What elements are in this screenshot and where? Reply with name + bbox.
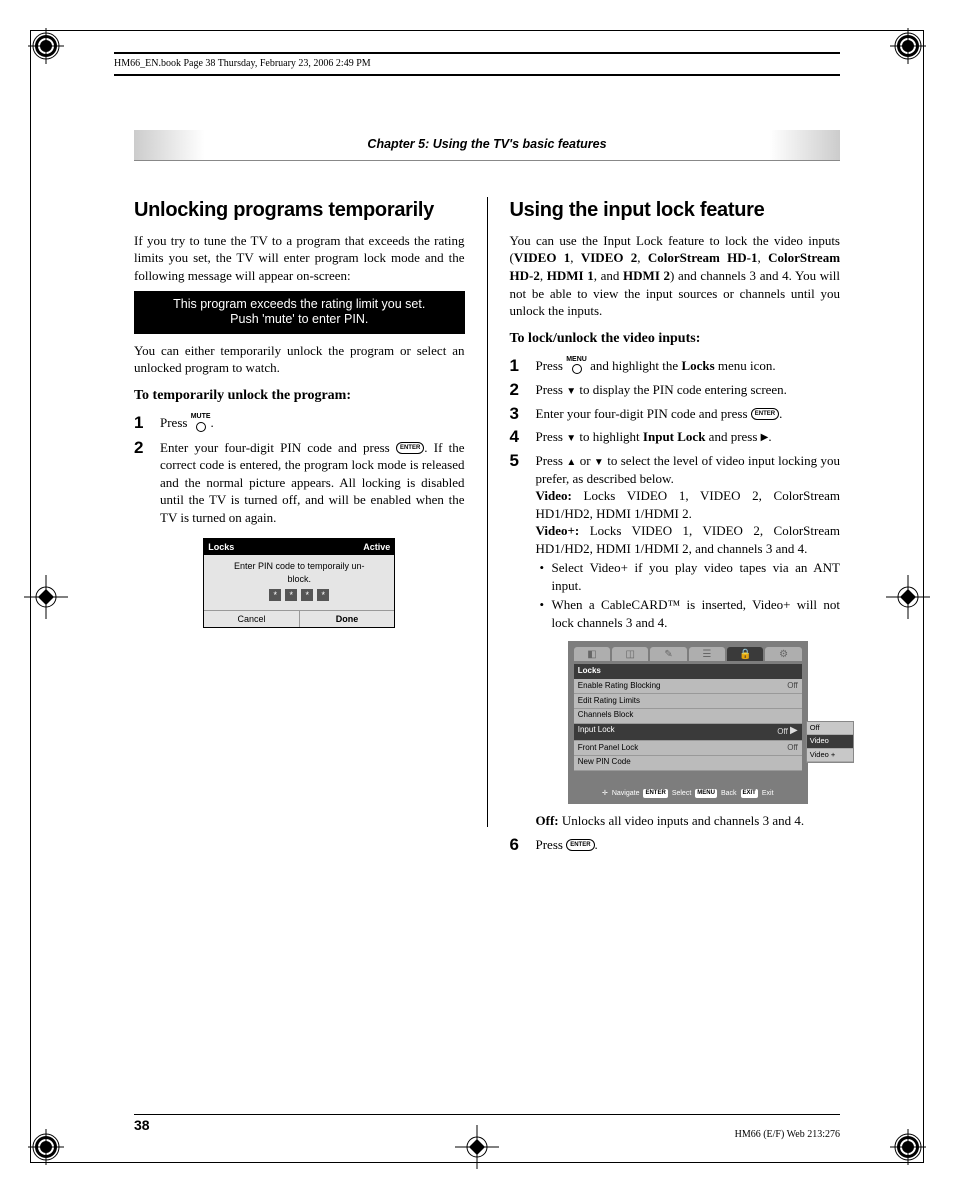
body-text: If you try to tune the TV to a program t… <box>134 232 465 285</box>
menu-row: Edit Rating Limits <box>574 694 802 709</box>
step-item: Press ENTER. <box>510 836 841 854</box>
subheading: To temporarily unlock the program: <box>134 387 465 406</box>
tab-icon: ◧ <box>574 647 610 661</box>
menu-row: Channels Block <box>574 709 802 724</box>
tab-icon: ◫ <box>612 647 648 661</box>
onscreen-message: This program exceeds the rating limit yo… <box>134 291 465 334</box>
step-item: Press MENU and highlight the Locks menu … <box>510 357 841 376</box>
mute-button-icon: MUTE <box>191 414 211 432</box>
pin-input-row: **** <box>212 589 386 601</box>
section-heading-input-lock: Using the input lock feature <box>510 197 841 224</box>
menu-row: Front Panel LockOff <box>574 741 802 756</box>
dialog-message: Enter PIN code to temporaily un- block. <box>212 560 386 584</box>
message-line: Push 'mute' to enter PIN. <box>230 312 368 326</box>
enter-button-icon: ENTER <box>751 408 779 420</box>
step-item: Enter your four-digit PIN code and press… <box>510 405 841 423</box>
right-arrow-icon <box>761 429 769 444</box>
step-item: Enter your four-digit PIN code and press… <box>134 439 465 527</box>
locks-menu: ◧◫✎☰🔒⚙ Locks Enable Rating BlockingOff E… <box>568 641 808 804</box>
down-arrow-icon <box>566 382 576 397</box>
step-item: Press MUTE. <box>134 414 465 433</box>
footer-rule <box>134 1114 840 1115</box>
menu-row: New PIN Code <box>574 756 802 771</box>
left-column: Unlocking programs temporarily If you tr… <box>134 197 465 859</box>
header-text: HM66_EN.book Page 38 Thursday, February … <box>114 54 840 74</box>
message-line: This program exceeds the rating limit yo… <box>173 297 425 311</box>
submenu-item: Video + <box>807 749 853 762</box>
step-item: Press or to select the level of video in… <box>510 452 841 830</box>
bullet-item: Select Video+ if you play video tapes vi… <box>536 559 841 594</box>
down-arrow-icon <box>566 429 576 444</box>
right-arrow-icon <box>790 729 798 736</box>
dialog-status: Active <box>363 541 390 553</box>
menu-button-icon: MENU <box>566 357 587 375</box>
registration-mark-icon <box>28 28 64 64</box>
section-heading-unlocking: Unlocking programs temporarily <box>134 197 465 224</box>
registration-mark-icon <box>890 1129 926 1165</box>
column-divider <box>487 197 488 827</box>
menu-row-selected: Input LockOff <box>574 724 802 742</box>
enter-button-icon: ENTER <box>396 442 424 454</box>
step-item: Press to highlight Input Lock and press … <box>510 428 841 446</box>
tab-icon: ☰ <box>689 647 725 661</box>
menu-title: Locks <box>574 664 802 679</box>
alignment-target-icon <box>886 575 930 619</box>
step-item: Press to display the PIN code entering s… <box>510 381 841 399</box>
up-arrow-icon <box>566 453 576 468</box>
dialog-done-button: Done <box>299 610 395 627</box>
enter-button-icon: ENTER <box>566 839 594 851</box>
bullet-item: When a CableCARD™ is inserted, Video+ wi… <box>536 596 841 631</box>
menu-tabs: ◧◫✎☰🔒⚙ <box>574 647 802 661</box>
alignment-target-icon <box>24 575 68 619</box>
submenu-item-selected: Video <box>807 735 853 748</box>
input-lock-submenu: Off Video Video + <box>806 721 854 762</box>
down-arrow-icon <box>594 453 604 468</box>
registration-mark-icon <box>28 1129 64 1165</box>
tab-locks-icon: 🔒 <box>727 647 763 661</box>
registration-mark-icon <box>890 28 926 64</box>
footer-text: HM66 (E/F) Web 213:276 <box>114 1128 840 1142</box>
body-text: You can either temporarily unlock the pr… <box>134 342 465 377</box>
dialog-cancel-button: Cancel <box>204 610 299 627</box>
tab-icon: ✎ <box>650 647 686 661</box>
dialog-title: Locks <box>208 541 234 553</box>
chapter-title: Chapter 5: Using the TV's basic features <box>134 130 840 161</box>
menu-footer: ✛Navigate ENTERSelect MENUBack EXITExit <box>574 789 802 798</box>
menu-row: Enable Rating BlockingOff <box>574 679 802 694</box>
tab-icon: ⚙ <box>765 647 801 661</box>
right-column: Using the input lock feature You can use… <box>510 197 841 859</box>
subheading: To lock/unlock the video inputs: <box>510 330 841 349</box>
pin-dialog: Locks Active Enter PIN code to temporaily… <box>203 538 395 628</box>
page-header: HM66_EN.book Page 38 Thursday, February … <box>114 52 840 76</box>
body-text: You can use the Input Lock feature to lo… <box>510 232 841 320</box>
submenu-item: Off <box>807 722 853 735</box>
